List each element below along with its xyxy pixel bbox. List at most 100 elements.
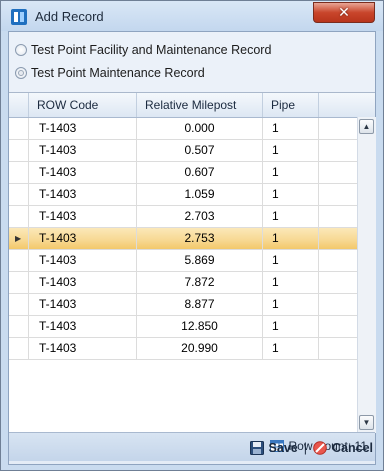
column-header-pipe[interactable]: Pipe (263, 93, 319, 117)
cell-relative-milepost[interactable]: 5.869 (137, 250, 263, 271)
table-row[interactable]: T-1403 20.990 1 (9, 338, 357, 360)
row-indicator[interactable] (9, 338, 29, 359)
row-indicator[interactable] (9, 316, 29, 337)
header-filler (319, 93, 375, 117)
table-row[interactable]: T-1403 0.607 1 (9, 162, 357, 184)
option-label: Test Point Facility and Maintenance Reco… (31, 43, 272, 57)
row-indicator[interactable]: ▶ (9, 228, 29, 249)
cancel-icon (313, 441, 327, 455)
cell-filler (319, 250, 357, 271)
cell-row-code[interactable]: T-1403 (29, 250, 137, 271)
window-title: Add Record (35, 9, 104, 24)
table-row[interactable]: T-1403 8.877 1 (9, 294, 357, 316)
dialog-content: Test Point Facility and Maintenance Reco… (8, 31, 376, 465)
cell-pipe[interactable]: 1 (263, 250, 319, 271)
row-indicator[interactable] (9, 184, 29, 205)
row-indicator[interactable] (9, 272, 29, 293)
cell-filler (319, 118, 357, 139)
cell-pipe[interactable]: 1 (263, 316, 319, 337)
cell-filler (319, 140, 357, 161)
radio-button-selected[interactable] (15, 67, 27, 79)
cell-filler (319, 162, 357, 183)
row-indicator-header (9, 93, 29, 117)
close-icon: ✕ (338, 4, 350, 21)
save-label: Save (268, 441, 298, 455)
cell-filler (319, 272, 357, 293)
cancel-button[interactable]: Cancel (313, 441, 373, 455)
table-row[interactable]: T-1403 5.869 1 (9, 250, 357, 272)
action-separator: | (303, 441, 307, 455)
cell-row-code[interactable]: T-1403 (29, 162, 137, 183)
row-indicator[interactable] (9, 118, 29, 139)
save-button[interactable]: Save (249, 441, 298, 455)
cell-filler (319, 184, 357, 205)
cell-row-code[interactable]: T-1403 (29, 140, 137, 161)
row-indicator[interactable] (9, 162, 29, 183)
records-grid: ROW Code Relative Milepost Pipe T-1403 0.… (9, 92, 376, 433)
cell-pipe[interactable]: 1 (263, 294, 319, 315)
radio-button[interactable] (15, 44, 27, 56)
grid-header: ROW Code Relative Milepost Pipe (9, 93, 375, 118)
table-row[interactable]: T-1403 2.703 1 (9, 206, 357, 228)
cell-row-code[interactable]: T-1403 (29, 316, 137, 337)
cell-pipe[interactable]: 1 (263, 206, 319, 227)
table-row[interactable]: T-1403 0.000 1 (9, 118, 357, 140)
record-type-options: Test Point Facility and Maintenance Reco… (9, 32, 375, 92)
cell-relative-milepost[interactable]: 7.872 (137, 272, 263, 293)
cell-relative-milepost[interactable]: 0.607 (137, 162, 263, 183)
cell-filler (319, 228, 357, 249)
table-row[interactable]: T-1403 1.059 1 (9, 184, 357, 206)
cell-relative-milepost[interactable]: 1.059 (137, 184, 263, 205)
cell-pipe[interactable]: 1 (263, 338, 319, 359)
column-header-relative-milepost[interactable]: Relative Milepost (137, 93, 263, 117)
app-icon (11, 9, 27, 25)
table-row[interactable]: T-1403 7.872 1 (9, 272, 357, 294)
cell-pipe[interactable]: 1 (263, 118, 319, 139)
current-row-icon: ▶ (15, 234, 22, 243)
cell-filler (319, 316, 357, 337)
dialog-actions: Save | Cancel (249, 441, 373, 455)
cell-row-code[interactable]: T-1403 (29, 294, 137, 315)
cell-relative-milepost[interactable]: 0.507 (137, 140, 263, 161)
save-icon (249, 441, 264, 455)
dialog-footer: Save | Cancel (1, 431, 383, 469)
cell-filler (319, 206, 357, 227)
table-row[interactable]: T-1403 12.850 1 (9, 316, 357, 338)
column-header-row-code[interactable]: ROW Code (29, 93, 137, 117)
scroll-down-icon[interactable]: ▼ (359, 415, 374, 430)
option-maintenance[interactable]: Test Point Maintenance Record (15, 64, 205, 82)
vertical-scrollbar[interactable]: ▲ ▼ (357, 117, 376, 433)
cell-pipe[interactable]: 1 (263, 272, 319, 293)
option-label: Test Point Maintenance Record (31, 66, 205, 80)
cell-pipe[interactable]: 1 (263, 228, 319, 249)
table-row[interactable]: ▶ T-1403 2.753 1 (9, 228, 357, 250)
row-indicator[interactable] (9, 140, 29, 161)
cell-relative-milepost[interactable]: 12.850 (137, 316, 263, 337)
row-indicator[interactable] (9, 206, 29, 227)
scroll-up-icon[interactable]: ▲ (359, 119, 374, 134)
cell-relative-milepost[interactable]: 8.877 (137, 294, 263, 315)
cell-row-code[interactable]: T-1403 (29, 228, 137, 249)
cell-relative-milepost[interactable]: 20.990 (137, 338, 263, 359)
cancel-label: Cancel (332, 441, 373, 455)
cell-row-code[interactable]: T-1403 (29, 338, 137, 359)
cell-row-code[interactable]: T-1403 (29, 184, 137, 205)
cell-filler (319, 338, 357, 359)
cell-pipe[interactable]: 1 (263, 184, 319, 205)
cell-pipe[interactable]: 1 (263, 162, 319, 183)
cell-row-code[interactable]: T-1403 (29, 272, 137, 293)
cell-relative-milepost[interactable]: 0.000 (137, 118, 263, 139)
cell-row-code[interactable]: T-1403 (29, 206, 137, 227)
option-facility-maintenance[interactable]: Test Point Facility and Maintenance Reco… (15, 41, 271, 59)
add-record-dialog: Add Record ✕ Test Point Facility and Mai… (0, 0, 384, 471)
title-bar: Add Record ✕ (1, 1, 383, 31)
cell-relative-milepost[interactable]: 2.703 (137, 206, 263, 227)
table-row[interactable]: T-1403 0.507 1 (9, 140, 357, 162)
cell-pipe[interactable]: 1 (263, 140, 319, 161)
row-indicator[interactable] (9, 294, 29, 315)
cell-filler (319, 294, 357, 315)
close-button[interactable]: ✕ (313, 2, 375, 23)
cell-relative-milepost[interactable]: 2.753 (137, 228, 263, 249)
cell-row-code[interactable]: T-1403 (29, 118, 137, 139)
row-indicator[interactable] (9, 250, 29, 271)
